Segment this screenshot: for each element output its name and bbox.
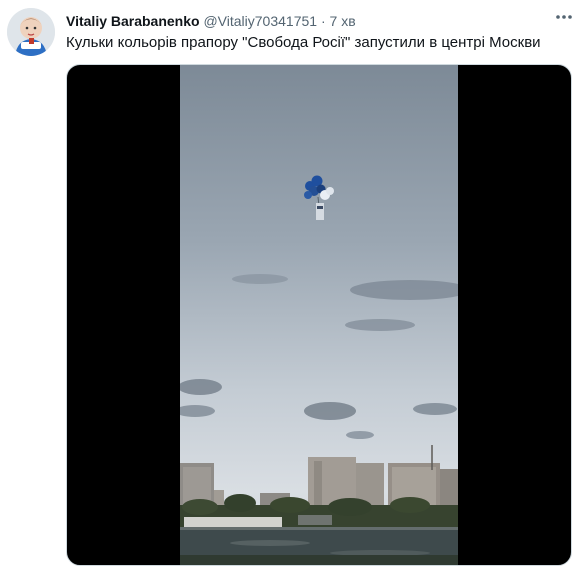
more-options-icon[interactable] (553, 8, 575, 26)
tweet-card[interactable]: Vitaliy Barabanenko @Vitaliy70341751 · 7… (0, 0, 583, 568)
tweet-media-video[interactable] (66, 64, 572, 566)
author-handle[interactable]: @Vitaliy70341751 (203, 13, 317, 29)
tweet-text: Кульки кольорів прапору "Свобода Росії" … (66, 34, 541, 51)
profile-photo-icon (7, 8, 55, 56)
separator-dot: · (320, 13, 326, 29)
tweet-header: Vitaliy Barabanenko @Vitaliy70341751 · 7… (66, 11, 553, 31)
video-still (180, 65, 458, 565)
tweet-timestamp[interactable]: 7 хв (330, 13, 356, 29)
avatar[interactable] (7, 8, 55, 56)
author-name[interactable]: Vitaliy Barabanenko (66, 13, 200, 29)
video-frame[interactable] (180, 65, 458, 565)
